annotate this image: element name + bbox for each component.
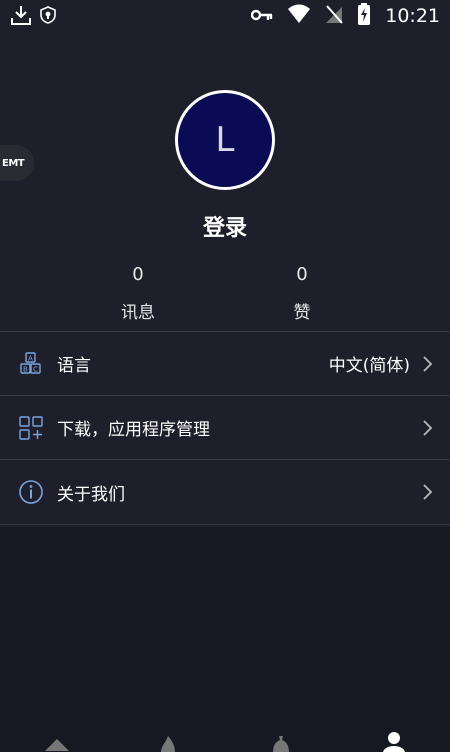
menu-label-language: 语言 xyxy=(57,356,91,376)
svg-text:A: A xyxy=(28,354,33,362)
menu-item-language[interactable]: A B C 语言 中文(简体) xyxy=(0,331,450,395)
language-icon: A B C xyxy=(18,351,44,377)
key-icon xyxy=(251,7,273,26)
messages-stat[interactable]: 0 讯息 xyxy=(98,263,178,323)
settings-menu: A B C 语言 中文(简体) 下载，应用程序管理 关于我们 xyxy=(0,331,450,525)
svg-text:C: C xyxy=(33,365,38,373)
bottom-nav xyxy=(0,730,450,752)
messages-label: 讯息 xyxy=(121,303,155,323)
language-value: 中文(简体) xyxy=(328,356,410,376)
download-icon xyxy=(10,4,32,30)
likes-stat[interactable]: 0 赞 xyxy=(262,263,342,323)
menu-label-about: 关于我们 xyxy=(57,484,125,505)
svg-text:B: B xyxy=(23,365,28,373)
battery-charging-icon xyxy=(357,3,371,29)
home-icon[interactable] xyxy=(43,735,71,752)
menu-item-downloads[interactable]: 下载，应用程序管理 xyxy=(0,395,450,459)
avatar[interactable]: L xyxy=(175,90,275,190)
chevron-right-icon xyxy=(420,419,434,437)
info-icon xyxy=(18,479,44,505)
profile-icon[interactable] xyxy=(382,732,406,752)
no-signal-icon xyxy=(325,4,343,28)
wifi-icon xyxy=(287,4,311,28)
chevron-right-icon xyxy=(420,355,434,373)
menu-item-about[interactable]: 关于我们 xyxy=(0,459,450,525)
likes-label: 赞 xyxy=(293,303,311,323)
money-bag-icon[interactable] xyxy=(270,735,292,752)
status-bar: 10:21 xyxy=(0,0,450,32)
flame-icon[interactable] xyxy=(158,735,178,752)
apps-grid-icon xyxy=(18,415,44,441)
messages-count: 0 xyxy=(132,264,144,285)
chevron-right-icon xyxy=(420,483,434,501)
status-time: 10:21 xyxy=(385,5,440,27)
likes-count: 0 xyxy=(296,264,308,285)
login-link[interactable]: 登录 xyxy=(0,210,450,242)
menu-label-downloads: 下载，应用程序管理 xyxy=(57,420,210,440)
shield-icon xyxy=(40,6,56,28)
